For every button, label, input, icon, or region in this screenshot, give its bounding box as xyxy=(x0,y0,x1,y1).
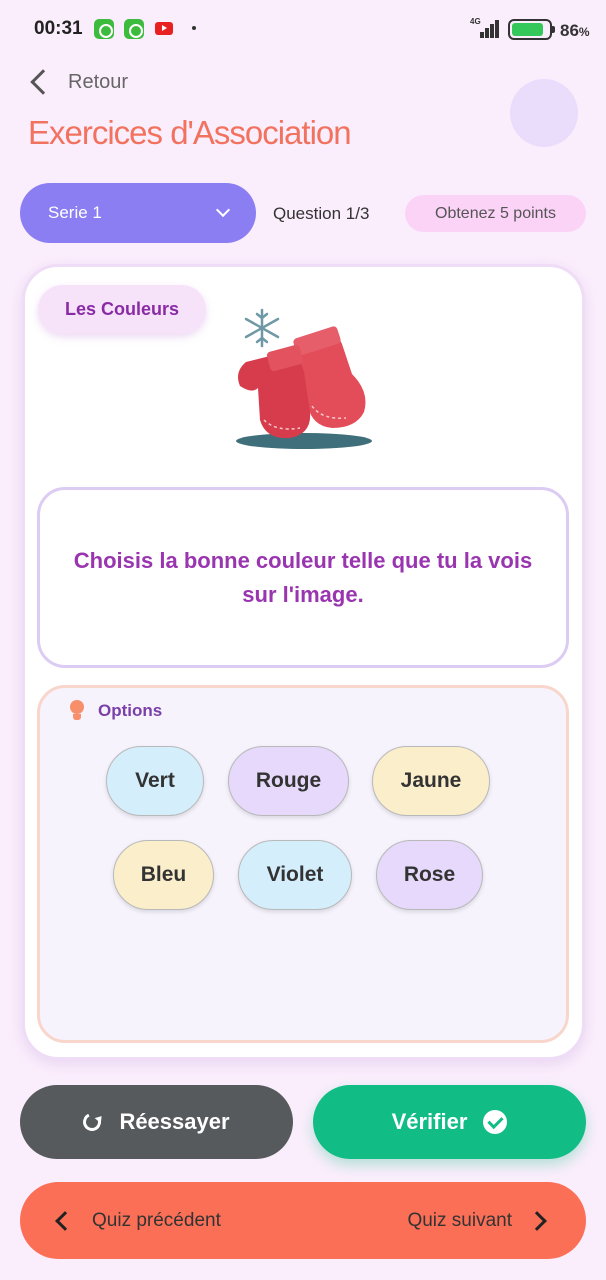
battery-icon xyxy=(508,19,555,40)
chevron-left-icon xyxy=(30,69,56,95)
app-notification-icon xyxy=(94,19,114,39)
options-header: Options xyxy=(70,700,162,722)
points-badge: Obtenez 5 points xyxy=(405,195,586,232)
option-rose[interactable]: Rose xyxy=(376,840,483,910)
more-notifications-dot-icon xyxy=(192,26,196,30)
next-quiz-label: Quiz suivant xyxy=(407,1209,512,1231)
quiz-navigation-bar: Quiz précédent Quiz suivant xyxy=(20,1182,586,1259)
refresh-icon xyxy=(80,1110,104,1134)
question-counter: Question 1/3 xyxy=(273,204,370,223)
serie-dropdown-value: Serie 1 xyxy=(48,203,102,222)
chevron-right-icon xyxy=(527,1210,547,1231)
back-button[interactable]: Retour xyxy=(28,66,128,98)
options-label: Options xyxy=(98,701,163,720)
verify-button[interactable]: Vérifier xyxy=(313,1085,586,1159)
mittens-snowflake-image xyxy=(236,308,372,449)
previous-quiz-button[interactable]: Quiz précédent xyxy=(50,1182,221,1259)
retry-button[interactable]: Réessayer xyxy=(20,1085,293,1159)
question-prompt-box: Choisis la bonne couleur telle que tu la… xyxy=(37,487,569,668)
option-bleu[interactable]: Bleu xyxy=(113,840,214,910)
chevron-left-icon xyxy=(55,1210,75,1231)
battery-fill xyxy=(512,23,543,36)
status-time: 00:31 xyxy=(34,18,83,39)
option-rouge[interactable]: Rouge xyxy=(228,746,349,816)
back-label: Retour xyxy=(68,70,129,93)
verify-label: Vérifier xyxy=(391,1109,468,1134)
option-vert[interactable]: Vert xyxy=(106,746,204,816)
option-jaune[interactable]: Jaune xyxy=(372,746,490,816)
app-notification-icon xyxy=(124,19,144,39)
option-violet[interactable]: Violet xyxy=(238,840,352,910)
battery-percent: 86% xyxy=(560,21,590,40)
lightbulb-icon xyxy=(70,700,84,722)
network-type-label: 4G xyxy=(470,17,481,26)
signal-icon: 4G xyxy=(470,17,502,40)
retry-label: Réessayer xyxy=(119,1109,230,1134)
question-prompt: Choisis la bonne couleur telle que tu la… xyxy=(73,547,533,607)
check-circle-icon xyxy=(483,1110,508,1134)
avatar[interactable] xyxy=(510,79,578,147)
serie-dropdown[interactable]: Serie 1 xyxy=(20,183,256,243)
page-title: Exercices d'Association xyxy=(28,114,352,151)
status-bar: 00:31 4G 86% xyxy=(0,0,606,60)
chevron-down-icon xyxy=(215,202,231,218)
topic-badge: Les Couleurs xyxy=(38,285,206,334)
next-quiz-button[interactable]: Quiz suivant xyxy=(407,1182,547,1259)
youtube-notification-icon xyxy=(155,22,173,35)
previous-quiz-label: Quiz précédent xyxy=(92,1209,221,1231)
